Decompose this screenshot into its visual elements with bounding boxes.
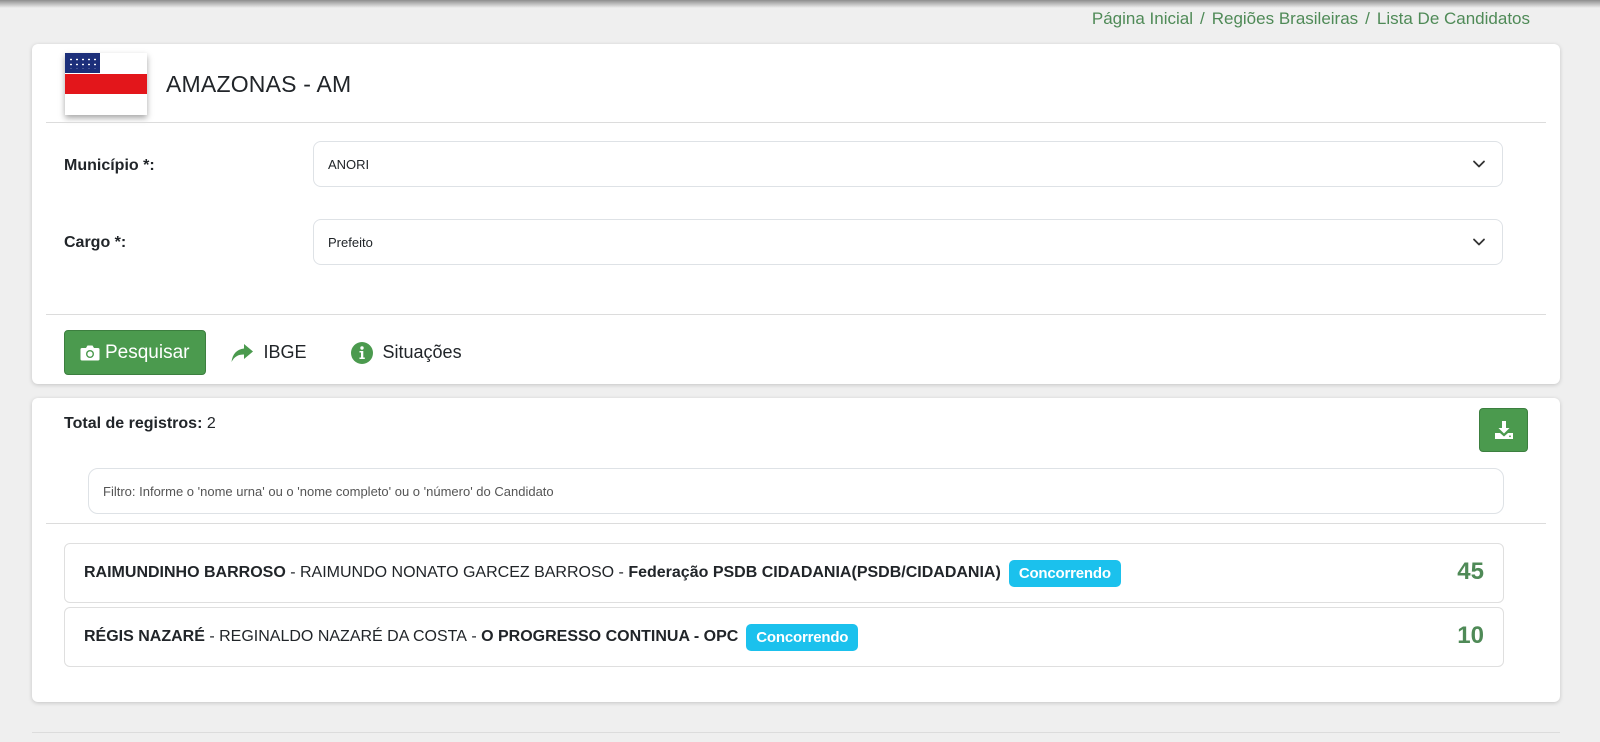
- download-button[interactable]: [1479, 408, 1528, 452]
- breadcrumb-current: Lista De Candidatos: [1376, 9, 1530, 28]
- candidate-row[interactable]: RAIMUNDINHO BARROSO - RAIMUNDO NONATO GA…: [64, 543, 1504, 603]
- candidate-partido: O PROGRESSO CONTINUA - OPC: [481, 628, 739, 645]
- download-icon: [1494, 421, 1513, 439]
- breadcrumb-separator: /: [1199, 9, 1205, 28]
- search-button[interactable]: Pesquisar: [64, 330, 206, 375]
- total-value: 2: [206, 415, 216, 432]
- top-shadow: [0, 0, 1600, 8]
- cargo-value: Prefeito: [328, 234, 373, 250]
- search-card: AMAZONAS - AM Município *: ANORI Cargo *…: [32, 44, 1560, 384]
- divider: [46, 523, 1546, 524]
- filter-placeholder: Filtro: Informe o 'nome urna' ou o 'nome…: [103, 483, 554, 499]
- status-badge: Concorrendo: [1008, 559, 1121, 587]
- separator: -: [204, 628, 220, 645]
- page-title: AMAZONAS - AM: [166, 70, 352, 97]
- cargo-select[interactable]: Prefeito: [313, 219, 1503, 265]
- candidate-nome-completo: RAIMUNDO NONATO GARCEZ BARROSO: [300, 564, 615, 581]
- camera-icon: [80, 345, 100, 360]
- candidate-nome-urna: RAIMUNDINHO BARROSO: [84, 564, 286, 581]
- candidate-row[interactable]: RÉGIS NAZARÉ - REGINALDO NAZARÉ DA COSTA…: [64, 607, 1504, 667]
- search-button-label: Pesquisar: [105, 341, 190, 363]
- municipio-label: Município *:: [64, 157, 155, 174]
- candidate-numero: 45: [1457, 558, 1484, 585]
- chevron-down-icon: [1473, 160, 1485, 168]
- filter-input[interactable]: Filtro: Informe o 'nome urna' ou o 'nome…: [88, 468, 1504, 514]
- footer-divider: [32, 732, 1560, 733]
- share-arrow-icon: [231, 343, 253, 362]
- candidate-partido: Federação PSDB CIDADANIA(PSDB/CIDADANIA): [628, 564, 1001, 581]
- separator: -: [466, 628, 482, 645]
- state-header: AMAZONAS - AM: [65, 53, 351, 115]
- results-card: Total de registros: 2 Filtro: Informe o …: [32, 398, 1560, 702]
- amazonas-flag-icon: [65, 53, 147, 115]
- ibge-label: IBGE: [263, 342, 307, 362]
- status-badge: Concorrendo: [746, 623, 859, 651]
- breadcrumb-regioes[interactable]: Regiões Brasileiras: [1212, 9, 1358, 29]
- ibge-link[interactable]: IBGE: [230, 342, 307, 363]
- cargo-label: Cargo *:: [64, 234, 127, 251]
- action-bar: Pesquisar IBGE Situações: [64, 330, 462, 375]
- separator: -: [285, 564, 300, 581]
- candidate-nome-urna: RÉGIS NAZARÉ: [84, 628, 205, 645]
- candidate-nome-completo: REGINALDO NAZARÉ DA COSTA: [219, 628, 467, 645]
- breadcrumb: Página Inicial / Regiões Brasileiras / L…: [1092, 9, 1530, 29]
- divider: [46, 314, 1546, 315]
- municipio-value: ANORI: [328, 156, 370, 172]
- breadcrumb-home[interactable]: Página Inicial: [1092, 9, 1193, 29]
- breadcrumb-separator: /: [1365, 9, 1370, 28]
- candidate-numero: 10: [1457, 622, 1484, 649]
- situacoes-link[interactable]: Situações: [350, 341, 462, 364]
- situacoes-label: Situações: [382, 342, 462, 362]
- chevron-down-icon: [1473, 238, 1485, 246]
- info-circle-icon: [350, 341, 373, 364]
- total-records: Total de registros: 2: [64, 415, 216, 433]
- separator: -: [614, 564, 629, 581]
- total-label: Total de registros:: [64, 415, 203, 432]
- municipio-select[interactable]: ANORI: [313, 141, 1503, 187]
- divider: [46, 122, 1546, 123]
